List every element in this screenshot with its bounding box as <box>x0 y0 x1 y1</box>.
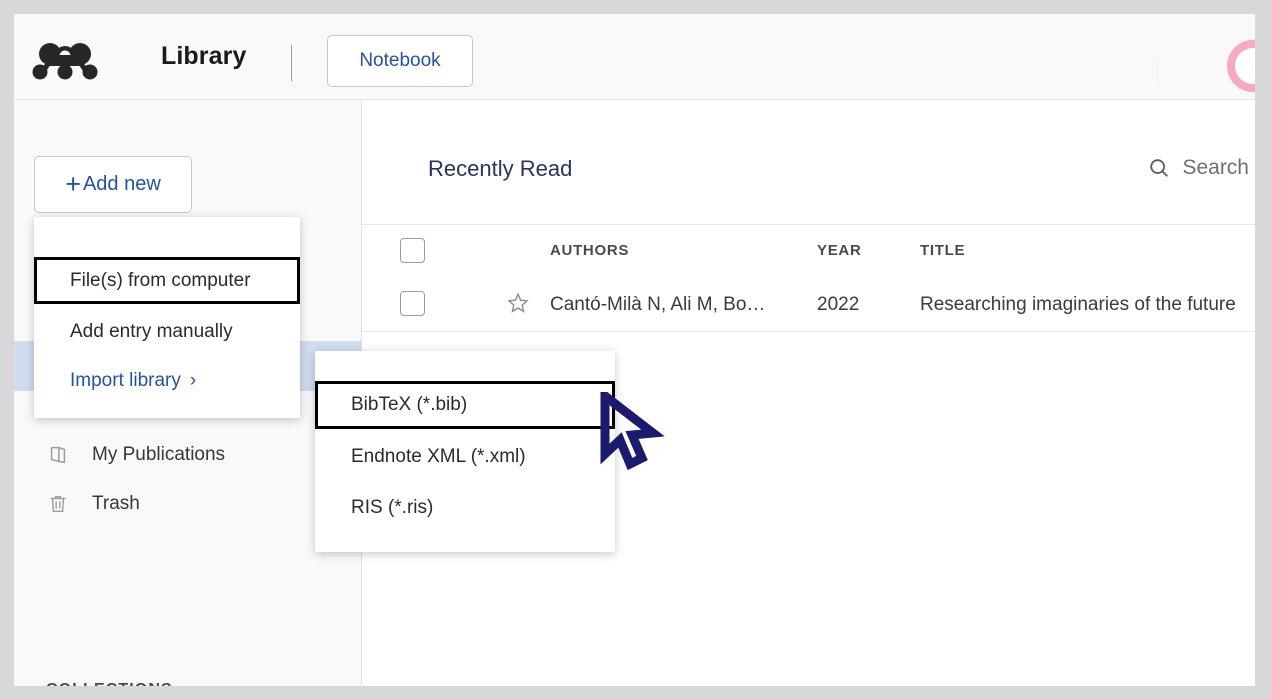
select-all-checkbox[interactable] <box>400 238 425 263</box>
header-secondary-divider <box>1157 59 1158 83</box>
cell-authors: Cantó-Milà N, Ali M, Bo… <box>550 294 766 315</box>
sidebar-item-my-publications[interactable]: My Publications <box>14 432 361 478</box>
table-header-row: AUTHORS YEAR TITLE <box>362 224 1255 278</box>
list-title: Recently Read <box>428 156 573 181</box>
collections-section-header: COLLECTIONS <box>46 681 173 686</box>
submenu-item-ris[interactable]: RIS (*.ris) <box>315 485 615 531</box>
search-input[interactable]: Search <box>1148 156 1249 180</box>
mendeley-app-window: Library Notebook + Add new My Publicatio… <box>14 14 1255 686</box>
search-icon <box>1148 157 1170 179</box>
notebook-button-label: Notebook <box>359 50 441 71</box>
row-checkbox[interactable] <box>400 291 425 316</box>
star-icon[interactable] <box>506 291 530 315</box>
menu-item-label: Add entry manually <box>70 321 233 342</box>
page-title: Library <box>161 42 247 70</box>
mendeley-logo-icon[interactable] <box>32 42 98 82</box>
avatar[interactable] <box>1227 40 1255 92</box>
submenu-item-label: Endnote XML (*.xml) <box>351 446 526 467</box>
cell-year: 2022 <box>817 294 860 315</box>
column-header-title[interactable]: TITLE <box>920 242 965 259</box>
publications-icon <box>46 443 70 467</box>
cell-title: Researching imaginaries of the future <box>920 294 1236 315</box>
header-divider <box>291 45 292 81</box>
submenu-item-label: BibTeX (*.bib) <box>351 394 468 415</box>
menu-item-add-entry-manually[interactable]: Add entry manually <box>34 309 300 355</box>
menu-item-import-library[interactable]: Import library › <box>34 358 300 404</box>
chevron-right-icon: › <box>189 370 197 391</box>
menu-item-label: File(s) from computer <box>70 269 251 291</box>
plus-icon: + <box>65 169 81 199</box>
search-placeholder: Search <box>1182 156 1249 179</box>
app-header: Library Notebook <box>14 14 1255 100</box>
import-library-submenu: BibTeX (*.bib) Endnote XML (*.xml) RIS (… <box>315 351 615 552</box>
add-new-dropdown-menu: File(s) from computer Add entry manually… <box>34 217 300 418</box>
sidebar-item-label: My Publications <box>92 444 226 465</box>
add-new-button-label: Add new <box>82 173 161 195</box>
submenu-item-bibtex[interactable]: BibTeX (*.bib) <box>315 381 615 429</box>
sidebar-item-trash[interactable]: Trash <box>14 481 361 527</box>
menu-item-files-from-computer[interactable]: File(s) from computer <box>34 257 300 304</box>
submenu-item-endnote-xml[interactable]: Endnote XML (*.xml) <box>315 434 615 480</box>
add-new-button[interactable]: + Add new <box>34 156 192 213</box>
sidebar-item-label: Trash <box>92 493 140 514</box>
submenu-item-label: RIS (*.ris) <box>351 497 434 518</box>
menu-item-label: Import library <box>70 370 181 391</box>
trash-icon <box>46 492 70 516</box>
column-header-authors[interactable]: AUTHORS <box>550 242 629 259</box>
notebook-button[interactable]: Notebook <box>327 35 473 87</box>
table-row[interactable]: Cantó-Milà N, Ali M, Bo… 2022 Researchin… <box>362 277 1255 332</box>
column-header-year[interactable]: YEAR <box>817 242 861 259</box>
